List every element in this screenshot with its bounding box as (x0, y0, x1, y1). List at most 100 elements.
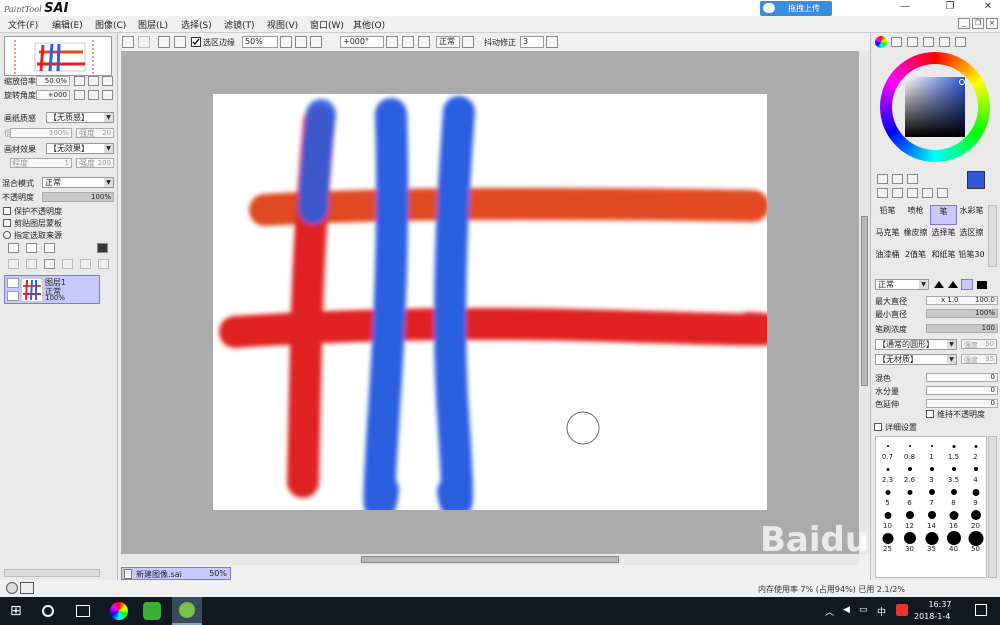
brush-size-cell[interactable]: 4 (964, 462, 986, 484)
brush-size-cell[interactable]: 9 (964, 485, 986, 507)
stabilizer-field[interactable]: 3 (520, 36, 544, 48)
delete-layer-icon[interactable] (62, 259, 73, 269)
zoom-field[interactable]: 50% (242, 36, 278, 48)
lasso-tool-icon[interactable] (892, 174, 903, 184)
layer-hscroll[interactable] (4, 569, 100, 577)
shape-selected-icon[interactable] (961, 279, 973, 290)
hand-tool-icon[interactable] (922, 188, 933, 198)
canvas-vscroll[interactable] (859, 51, 870, 554)
brush-watercolor[interactable]: 水彩笔 (958, 205, 985, 225)
rotate-reset-button-top[interactable] (418, 36, 430, 48)
wechat-icon[interactable] (143, 602, 161, 620)
color-picker-handle[interactable] (959, 79, 965, 85)
flatten-icon[interactable] (98, 259, 109, 269)
notification-icon[interactable] (975, 604, 987, 616)
opacity-slider[interactable]: 100% (42, 192, 114, 202)
menu-window[interactable]: 窗口(W) (310, 18, 344, 31)
brush-size-cell[interactable]: 6 (898, 485, 921, 507)
brush-size-cell[interactable]: 50 (964, 531, 986, 553)
brush-size-cell[interactable]: 12 (898, 508, 921, 530)
rotate-reset-button[interactable] (102, 90, 113, 100)
shape-triangle-icon[interactable] (934, 281, 944, 288)
move-tool-icon[interactable] (877, 188, 888, 198)
windows-start-icon[interactable]: ⊞ (10, 602, 28, 620)
blend-slider[interactable]: 0 (926, 373, 998, 382)
hscroll-thumb[interactable] (361, 556, 619, 563)
shape-triangle2-icon[interactable] (948, 281, 958, 288)
size-grid-scrollbar[interactable] (988, 436, 997, 578)
zoom-reset-button-top[interactable] (310, 36, 322, 48)
brush-select-eraser[interactable]: 选区擦 (958, 227, 985, 247)
rotate-ccw-button[interactable] (386, 36, 398, 48)
eyedropper-icon[interactable] (937, 188, 948, 198)
menu-select[interactable]: 选择(S) (181, 18, 212, 31)
network-icon[interactable]: ▭ (859, 605, 868, 615)
canvas-hscroll[interactable] (121, 554, 859, 565)
angle-field[interactable]: +000° (340, 36, 384, 48)
min-size-slider[interactable]: 100% (926, 309, 998, 318)
brush-size-cell[interactable]: 3.5 (942, 462, 965, 484)
brush-size-cell[interactable]: 7 (920, 485, 943, 507)
undo-icon[interactable] (122, 36, 134, 48)
keep-opacity-checkbox[interactable] (926, 410, 934, 418)
zoom-minus-button[interactable] (280, 36, 292, 48)
rotate-right-button[interactable] (88, 90, 99, 100)
max-size-slider[interactable]: x 1.0 100.0 (926, 296, 998, 305)
eye-icon[interactable] (7, 278, 19, 288)
brush-pencil30[interactable]: 铅笔30 (958, 249, 985, 269)
clock-time[interactable]: 16:37 (922, 600, 958, 609)
brush-eraser[interactable]: 橡皮擦 (902, 227, 929, 247)
brush-size-cell[interactable]: 0.7 (876, 439, 899, 461)
brush-size-cell[interactable]: 40 (942, 531, 965, 553)
brush-shape-select[interactable]: 【通常的圆形】 ▼ (875, 339, 957, 350)
paper-texture-select[interactable]: 【无质感】 ▼ (46, 112, 114, 123)
hsv-slider-tab-icon[interactable] (907, 37, 918, 47)
color-app-icon[interactable] (110, 602, 128, 620)
zoom-value[interactable]: 50.0% (36, 76, 70, 86)
menu-layer[interactable]: 图层(L) (138, 18, 168, 31)
brush-texture-select[interactable]: 【无材质】 ▼ (875, 354, 957, 365)
brush-size-cell[interactable]: 20 (964, 508, 986, 530)
rgb-slider-tab-icon[interactable] (891, 37, 902, 47)
zoom-plus-button[interactable] (295, 36, 307, 48)
brush-size-cell[interactable]: 2.6 (898, 462, 921, 484)
view-mode-field[interactable]: 正常 (436, 36, 460, 48)
swatches-tab-icon[interactable] (939, 37, 950, 47)
brush-size-cell[interactable]: 16 (942, 508, 965, 530)
layer-mask-icon[interactable] (97, 243, 108, 253)
rotate-value[interactable]: +000 (36, 90, 70, 100)
vscroll-thumb[interactable] (861, 216, 868, 386)
ime-app-icon[interactable] (896, 604, 908, 616)
color-wheel[interactable] (880, 52, 990, 162)
select-tool-icon[interactable] (877, 174, 888, 184)
menu-view[interactable]: 视图(V) (267, 18, 298, 31)
navigator-preview[interactable] (4, 36, 112, 76)
rotate-tool-icon[interactable] (907, 188, 918, 198)
brush-airbrush[interactable]: 喷枪 (902, 205, 929, 225)
doc-minimize-button[interactable]: _ (958, 18, 970, 29)
material-select[interactable]: 【无效果】 ▼ (46, 143, 114, 154)
brush-size-cell[interactable]: 2 (964, 439, 986, 461)
brush-size-cell[interactable]: 25 (876, 531, 899, 553)
clear-layer-icon[interactable] (44, 259, 55, 269)
scratchpad-tab-icon[interactable] (955, 37, 966, 47)
primary-color-swatch[interactable] (967, 171, 985, 189)
deselect-icon[interactable] (158, 36, 170, 48)
clip-mask-checkbox[interactable] (3, 219, 11, 227)
selection-edge-checkbox[interactable] (191, 37, 201, 47)
volume-icon[interactable]: ◀ (843, 605, 850, 615)
clock-date[interactable]: 2018-1-4 (914, 612, 950, 621)
brush-marker[interactable]: 马克笔 (874, 227, 901, 247)
doc-restore-button[interactable]: ❐ (972, 18, 984, 29)
doc-close-button[interactable]: × (986, 18, 998, 29)
scale-value[interactable]: 100% (10, 128, 72, 138)
menu-image[interactable]: 图像(C) (95, 18, 126, 31)
layer-item[interactable]: 图层1 正常 100% (4, 275, 100, 304)
tray-chevron-icon[interactable]: ︿ (825, 605, 834, 618)
brush-size-cell[interactable]: 30 (898, 531, 921, 553)
protect-opacity-checkbox[interactable] (3, 207, 11, 215)
mixer-tab-icon[interactable] (923, 37, 934, 47)
brush-pen[interactable]: 笔 (930, 205, 957, 225)
color-wheel-tab-icon[interactable] (875, 36, 887, 48)
task-view-icon[interactable] (76, 605, 90, 617)
